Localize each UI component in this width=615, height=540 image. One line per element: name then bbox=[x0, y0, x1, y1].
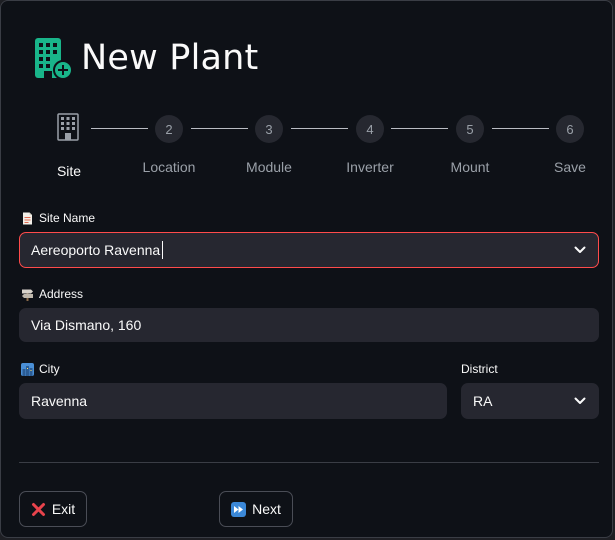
form-divider bbox=[19, 462, 599, 463]
city-input[interactable]: Ravenna bbox=[19, 383, 447, 419]
dialog-title: New Plant bbox=[81, 38, 259, 78]
step-label-location: Location bbox=[142, 159, 196, 175]
address-input[interactable]: Via Dismano, 160 bbox=[19, 308, 599, 342]
building-icon bbox=[57, 113, 79, 141]
district-label: District bbox=[461, 362, 498, 376]
cross-mark-icon bbox=[31, 502, 45, 516]
step-label-save: Save bbox=[554, 159, 586, 175]
signpost-icon bbox=[22, 289, 33, 301]
address-label: Address bbox=[21, 287, 83, 301]
site-name-label: Site Name bbox=[21, 211, 95, 225]
dialog-header: New Plant bbox=[33, 34, 258, 82]
text-caret bbox=[162, 241, 164, 259]
step-2-circle[interactable]: 2 bbox=[155, 115, 183, 143]
step-label-inverter: Inverter bbox=[346, 159, 394, 175]
chevron-down-icon[interactable] bbox=[574, 397, 586, 405]
building-add-icon bbox=[35, 38, 73, 80]
exit-button[interactable]: Exit bbox=[19, 491, 87, 527]
next-button[interactable]: Next bbox=[219, 491, 293, 527]
step-connector bbox=[291, 128, 348, 129]
step-connector bbox=[191, 128, 248, 129]
step-connector bbox=[391, 128, 448, 129]
district-select[interactable]: RA bbox=[461, 383, 599, 419]
step-5-circle[interactable]: 5 bbox=[456, 115, 484, 143]
step-label-site: Site bbox=[56, 163, 82, 179]
site-name-select[interactable]: Aereoporto Ravenna bbox=[19, 232, 599, 268]
step-label-module: Module bbox=[246, 159, 292, 175]
cityscape-icon bbox=[21, 362, 34, 376]
step-connector bbox=[492, 128, 549, 129]
district-value: RA bbox=[473, 393, 493, 409]
city-value: Ravenna bbox=[31, 393, 88, 409]
step-connector bbox=[91, 128, 148, 129]
step-4-circle[interactable]: 4 bbox=[356, 115, 384, 143]
address-value: Via Dismano, 160 bbox=[31, 317, 142, 333]
new-plant-dialog: New Plant 2 3 4 5 6 Site Location Module… bbox=[0, 0, 613, 538]
document-icon bbox=[23, 212, 32, 224]
step-6-circle[interactable]: 6 bbox=[556, 115, 584, 143]
city-label: City bbox=[21, 362, 60, 376]
fast-forward-icon bbox=[231, 501, 247, 517]
chevron-down-icon[interactable] bbox=[574, 246, 586, 254]
progress-stepper: 2 3 4 5 6 Site Location Module Inverter … bbox=[1, 101, 614, 191]
site-name-value: Aereoporto Ravenna bbox=[31, 242, 161, 258]
step-3-circle[interactable]: 3 bbox=[255, 115, 283, 143]
step-label-mount: Mount bbox=[450, 159, 490, 175]
